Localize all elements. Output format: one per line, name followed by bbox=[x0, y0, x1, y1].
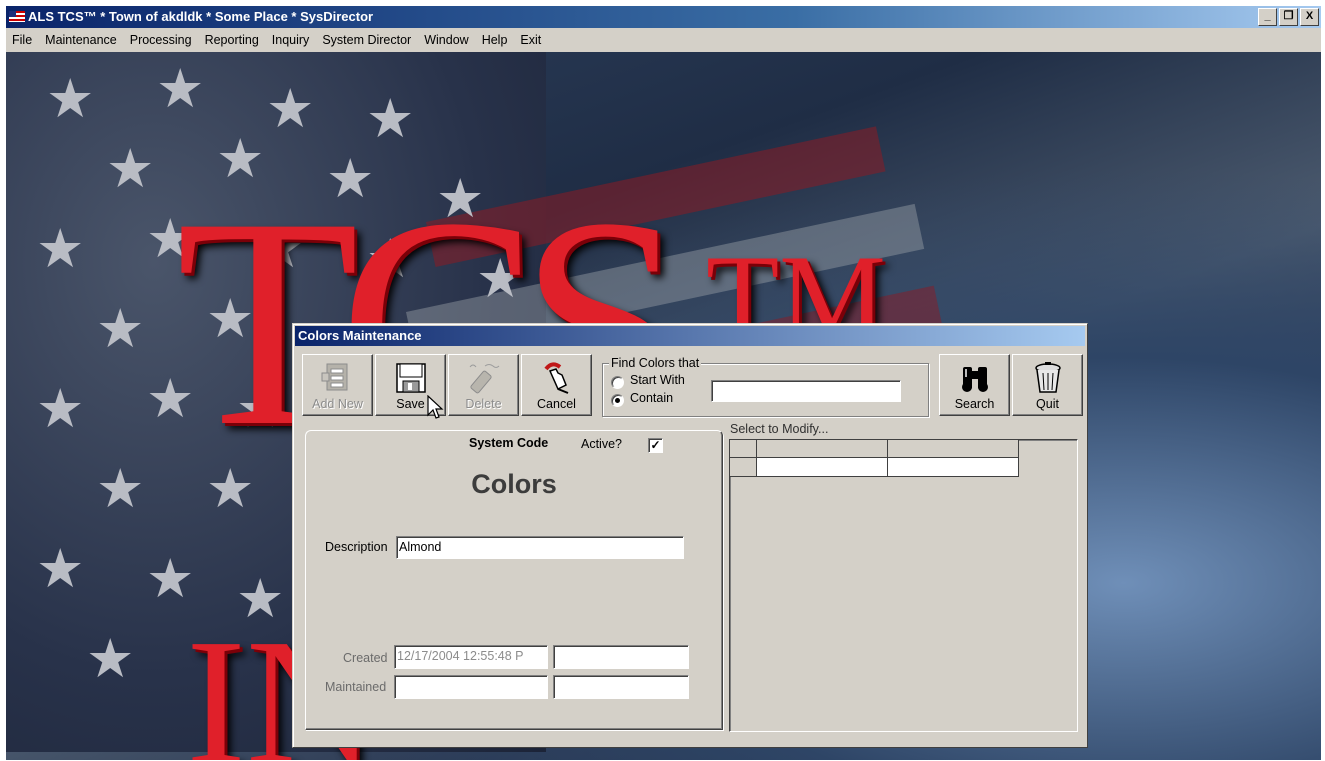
menu-window[interactable]: Window bbox=[418, 33, 475, 47]
menu-help[interactable]: Help bbox=[476, 33, 515, 47]
menu-maintenance[interactable]: Maintenance bbox=[39, 33, 124, 47]
star-icon: ★ bbox=[266, 77, 315, 140]
mouse-pointer-icon bbox=[427, 395, 444, 419]
quit-button[interactable]: Quit bbox=[1012, 354, 1083, 416]
star-icon: ★ bbox=[36, 377, 85, 440]
app-flag-icon bbox=[9, 11, 25, 22]
created-date-field[interactable]: 12/17/2004 12:55:48 P bbox=[394, 645, 548, 669]
search-button[interactable]: Search bbox=[939, 354, 1010, 416]
menu-file[interactable]: File bbox=[6, 33, 39, 47]
grid-header-cell[interactable] bbox=[757, 440, 888, 458]
grid-cell[interactable] bbox=[757, 458, 888, 477]
star-icon: ★ bbox=[156, 57, 205, 120]
active-checkbox[interactable]: ✓ bbox=[648, 438, 663, 453]
cancel-label: Cancel bbox=[537, 397, 576, 411]
star-icon: ★ bbox=[36, 537, 85, 600]
system-code-label: System Code bbox=[469, 436, 549, 450]
star-icon: ★ bbox=[106, 137, 155, 200]
eraser-icon bbox=[469, 364, 499, 394]
menu-inquiry[interactable]: Inquiry bbox=[266, 33, 317, 47]
menu-reporting[interactable]: Reporting bbox=[199, 33, 266, 47]
records-grid[interactable] bbox=[729, 439, 1078, 732]
minimize-button[interactable]: _ bbox=[1258, 8, 1277, 26]
start-with-radio[interactable] bbox=[611, 376, 624, 389]
grid-caption: Select to Modify... bbox=[730, 422, 829, 436]
cancel-hand-icon bbox=[543, 362, 568, 394]
add-new-label: Add New bbox=[312, 397, 363, 411]
close-button[interactable]: X bbox=[1300, 8, 1319, 26]
maintained-date-field[interactable] bbox=[394, 675, 548, 699]
find-legend: Find Colors that bbox=[609, 356, 702, 370]
trash-can-icon bbox=[1034, 362, 1061, 393]
maximize-button[interactable]: ❐ bbox=[1279, 8, 1298, 26]
grid-corner-cell bbox=[730, 440, 757, 458]
created-label: Created bbox=[343, 651, 388, 665]
star-icon: ★ bbox=[46, 67, 95, 130]
find-colors-group: Find Colors that Start With Contain bbox=[602, 356, 929, 417]
description-field[interactable]: Almond bbox=[396, 536, 684, 559]
colors-maintenance-dialog: Colors Maintenance Add New Save Delete C… bbox=[292, 323, 1088, 748]
dialog-title: Colors Maintenance bbox=[295, 326, 1085, 346]
star-icon: ★ bbox=[96, 297, 145, 360]
maintained-label: Maintained bbox=[325, 680, 387, 694]
app-title-bar: ALS TCS™ * Town of akdldk * Some Place *… bbox=[6, 6, 1321, 28]
star-icon: ★ bbox=[86, 627, 135, 690]
record-form-panel: System Code Active? ✓ Colors Description… bbox=[305, 430, 723, 730]
grid-cell[interactable] bbox=[888, 458, 1019, 477]
add-new-button[interactable]: Add New bbox=[302, 354, 373, 416]
menu-exit[interactable]: Exit bbox=[514, 33, 548, 47]
app-title: ALS TCS™ * Town of akdldk * Some Place *… bbox=[28, 9, 374, 24]
form-heading: Colors bbox=[471, 469, 557, 499]
delete-button[interactable]: Delete bbox=[448, 354, 519, 416]
grid-header-cell[interactable] bbox=[888, 440, 1019, 458]
contain-radio[interactable] bbox=[611, 394, 624, 407]
grid-row-selector[interactable] bbox=[730, 458, 757, 477]
star-icon: ★ bbox=[36, 217, 85, 280]
search-label: Search bbox=[954, 397, 995, 411]
star-icon: ★ bbox=[366, 87, 415, 150]
menu-system-director[interactable]: System Director bbox=[316, 33, 418, 47]
binoculars-icon bbox=[961, 367, 988, 392]
add-record-icon bbox=[321, 363, 347, 391]
star-icon: ★ bbox=[96, 457, 145, 520]
delete-label: Delete bbox=[465, 397, 502, 411]
contain-label: Contain bbox=[630, 391, 674, 405]
quit-label: Quit bbox=[1036, 397, 1059, 411]
active-label: Active? bbox=[581, 437, 622, 451]
cancel-button[interactable]: Cancel bbox=[521, 354, 592, 416]
menu-bar: File Maintenance Processing Reporting In… bbox=[6, 28, 1321, 52]
menu-processing[interactable]: Processing bbox=[124, 33, 199, 47]
created-by-field[interactable] bbox=[553, 645, 689, 669]
start-with-label: Start With bbox=[630, 373, 685, 387]
star-icon: ★ bbox=[146, 547, 195, 610]
description-label: Description bbox=[325, 540, 388, 554]
floppy-disk-icon bbox=[395, 363, 426, 393]
find-search-input[interactable] bbox=[711, 380, 901, 402]
maintained-by-field[interactable] bbox=[553, 675, 689, 699]
